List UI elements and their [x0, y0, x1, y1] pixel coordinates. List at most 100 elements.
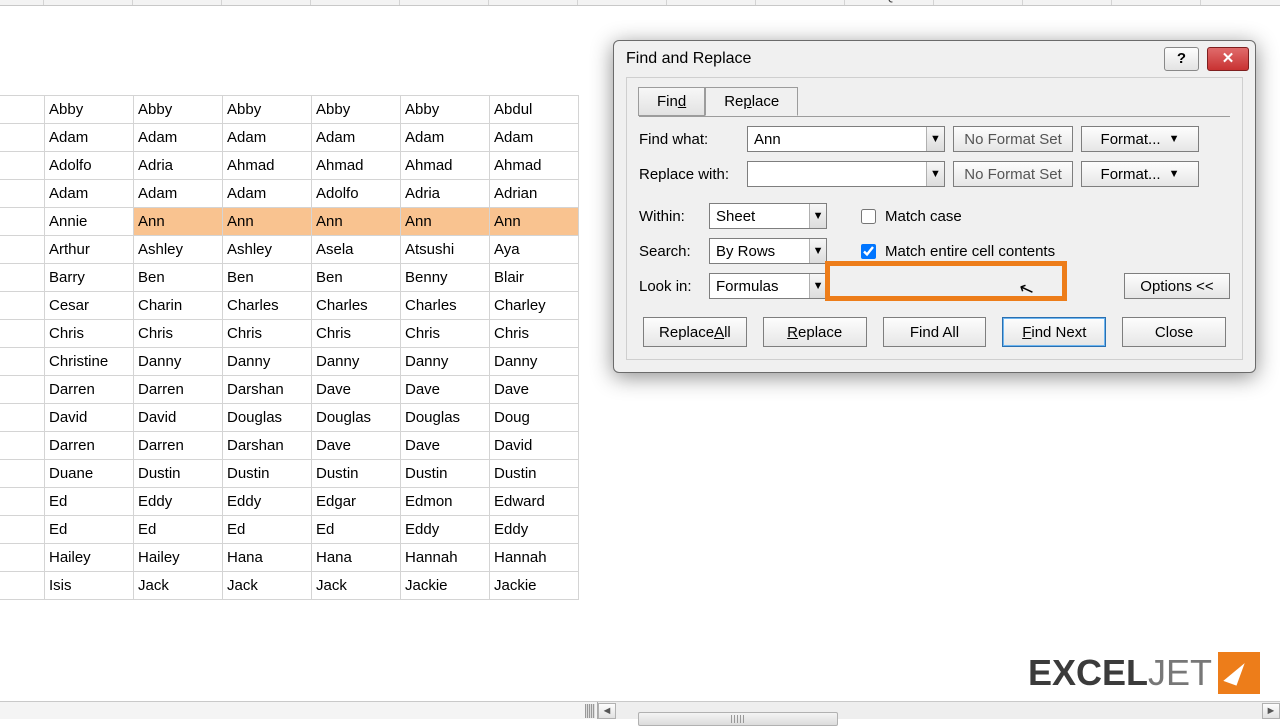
- match-case-checkbox[interactable]: [861, 209, 876, 224]
- cell[interactable]: Isis: [45, 572, 134, 600]
- match-entire-checkbox[interactable]: [861, 244, 876, 259]
- cell[interactable]: Abby: [223, 96, 312, 124]
- cell[interactable]: Ed: [312, 516, 401, 544]
- chevron-down-icon[interactable]: ▼: [809, 274, 826, 298]
- cell[interactable]: Danny: [401, 348, 490, 376]
- cell[interactable]: Ahmad: [490, 152, 579, 180]
- cell[interactable]: Aya: [490, 236, 579, 264]
- cell[interactable]: Ashley: [223, 236, 312, 264]
- cell[interactable]: Jack: [223, 572, 312, 600]
- cell[interactable]: Abby: [45, 96, 134, 124]
- cell[interactable]: Eddy: [401, 516, 490, 544]
- cell[interactable]: Darshan: [223, 376, 312, 404]
- column-header[interactable]: N: [578, 0, 667, 5]
- column-header[interactable]: K: [311, 0, 400, 5]
- cell[interactable]: Charley: [490, 292, 579, 320]
- cell[interactable]: d: [0, 404, 45, 432]
- cell[interactable]: ey: [0, 544, 45, 572]
- cell[interactable]: Hana: [312, 544, 401, 572]
- cell[interactable]: Ed: [45, 516, 134, 544]
- cell[interactable]: Ann: [134, 208, 223, 236]
- chevron-down-icon[interactable]: ▼: [926, 127, 944, 151]
- cell[interactable]: Hana: [223, 544, 312, 572]
- spreadsheet-area[interactable]: AbbyAbbyAbbyAbbyAbbyAbdulmAdamAdamAdamAd…: [0, 6, 585, 700]
- cell[interactable]: Danny: [134, 348, 223, 376]
- column-header[interactable]: H: [44, 0, 133, 5]
- cell[interactable]: m: [0, 124, 45, 152]
- help-button[interactable]: ?: [1164, 47, 1199, 71]
- cell[interactable]: Danny: [223, 348, 312, 376]
- cell[interactable]: Ahmad: [401, 152, 490, 180]
- cell[interactable]: Adam: [401, 124, 490, 152]
- cell[interactable]: Jackie: [490, 572, 579, 600]
- cell[interactable]: Blair: [490, 264, 579, 292]
- cell[interactable]: Darren: [134, 432, 223, 460]
- cell[interactable]: Adam: [45, 180, 134, 208]
- cell[interactable]: Chris: [490, 320, 579, 348]
- match-case-option[interactable]: Match case: [857, 206, 962, 227]
- cell[interactable]: Darren: [45, 432, 134, 460]
- cell[interactable]: en: [0, 432, 45, 460]
- cell[interactable]: Dustin: [223, 460, 312, 488]
- lookin-input[interactable]: [710, 274, 809, 298]
- cell[interactable]: Edward: [490, 488, 579, 516]
- cell[interactable]: Chris: [401, 320, 490, 348]
- cell[interactable]: Annie: [45, 208, 134, 236]
- lookin-combo[interactable]: ▼: [709, 273, 827, 299]
- tab-find[interactable]: Find: [638, 87, 705, 116]
- cell[interactable]: [0, 516, 45, 544]
- cell[interactable]: Douglas: [312, 404, 401, 432]
- find-format-status[interactable]: No Format Set: [953, 126, 1073, 152]
- find-all-button[interactable]: Find All: [883, 317, 987, 347]
- cell[interactable]: Arthur: [45, 236, 134, 264]
- cell[interactable]: Jack: [312, 572, 401, 600]
- replace-with-input[interactable]: [748, 162, 926, 186]
- cell[interactable]: [0, 96, 45, 124]
- chevron-down-icon[interactable]: ▼: [809, 204, 826, 228]
- cell[interactable]: Adam: [134, 124, 223, 152]
- replace-with-combo[interactable]: ▼: [747, 161, 945, 187]
- cell[interactable]: Asela: [312, 236, 401, 264]
- chevron-down-icon[interactable]: ▼: [809, 239, 826, 263]
- find-what-combo[interactable]: ▼: [747, 126, 945, 152]
- replace-format-button[interactable]: Format...▼: [1081, 161, 1199, 187]
- cell[interactable]: Atsushi: [401, 236, 490, 264]
- cell[interactable]: Danny: [312, 348, 401, 376]
- cell[interactable]: Dustin: [490, 460, 579, 488]
- cell[interactable]: Jack: [134, 572, 223, 600]
- scroll-left-button[interactable]: ◄: [598, 703, 616, 719]
- sheet-tab-split[interactable]: [0, 702, 598, 719]
- cell[interactable]: Jackie: [401, 572, 490, 600]
- match-entire-option[interactable]: Match entire cell contents: [857, 241, 1055, 262]
- chevron-down-icon[interactable]: ▼: [926, 162, 944, 186]
- cell[interactable]: Cesar: [45, 292, 134, 320]
- column-header[interactable]: O: [667, 0, 756, 5]
- cell[interactable]: Chris: [134, 320, 223, 348]
- cell[interactable]: Ed: [223, 516, 312, 544]
- cell[interactable]: Eddy: [490, 516, 579, 544]
- cell[interactable]: Ashley: [134, 236, 223, 264]
- cell[interactable]: Adam: [490, 124, 579, 152]
- cell[interactable]: Adam: [45, 124, 134, 152]
- cell[interactable]: Danny: [490, 348, 579, 376]
- column-header[interactable]: J: [222, 0, 311, 5]
- cell[interactable]: Adria: [401, 180, 490, 208]
- cell[interactable]: Ann: [401, 208, 490, 236]
- cell[interactable]: Eddy: [223, 488, 312, 516]
- cell[interactable]: Edmon: [401, 488, 490, 516]
- cell[interactable]: Ann: [490, 208, 579, 236]
- cell[interactable]: Douglas: [401, 404, 490, 432]
- cell[interactable]: Dustin: [312, 460, 401, 488]
- cell[interactable]: r: [0, 292, 45, 320]
- cell[interactable]: Ann: [312, 208, 401, 236]
- within-combo[interactable]: ▼: [709, 203, 827, 229]
- cell[interactable]: Ben: [223, 264, 312, 292]
- cell[interactable]: Darren: [134, 376, 223, 404]
- cell[interactable]: David: [45, 404, 134, 432]
- cell[interactable]: Ann: [223, 208, 312, 236]
- cell[interactable]: ne: [0, 460, 45, 488]
- column-header[interactable]: T: [1112, 0, 1201, 5]
- cell[interactable]: Abdul: [490, 96, 579, 124]
- search-input[interactable]: [710, 239, 809, 263]
- cell[interactable]: ur: [0, 236, 45, 264]
